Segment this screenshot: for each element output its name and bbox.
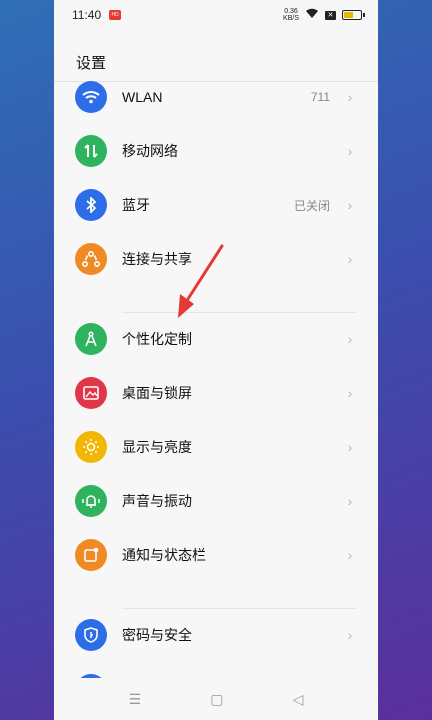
brightness-icon xyxy=(75,431,107,463)
net-speed-unit: KB/S xyxy=(283,15,299,22)
chevron-right-icon: › xyxy=(347,331,353,347)
phone-screen: 11:40 HD 0.36 KB/S ✕ 设置 WLAN 711 › 移动网络 … xyxy=(54,0,378,720)
app-notification-icon: HD xyxy=(109,10,122,20)
settings-item-label: 连接与共享 xyxy=(122,251,192,267)
settings-item-value: 711 xyxy=(310,90,330,104)
network-speed: 0.36 KB/S xyxy=(283,8,299,22)
annotation-arrow-icon xyxy=(178,244,224,318)
settings-list: WLAN 711 › 移动网络 › 蓝牙 已关闭 › 连接与共享 › 个性化定制… xyxy=(54,70,378,692)
settings-item-label: 桌面与锁屏 xyxy=(122,385,192,401)
chevron-right-icon: › xyxy=(347,627,353,643)
back-nav-button[interactable]: ◁ xyxy=(293,691,304,708)
status-time: 11:40 xyxy=(72,8,102,22)
chevron-right-icon: › xyxy=(347,251,353,267)
menu-nav-button[interactable]: ☰ xyxy=(129,691,142,708)
bell-icon xyxy=(75,485,107,517)
notification-icon xyxy=(75,539,107,571)
home-nav-button[interactable]: ▢ xyxy=(210,691,223,708)
chevron-right-icon: › xyxy=(347,493,353,509)
wallpaper-icon xyxy=(75,377,107,409)
settings-item-sound-vibration[interactable]: 声音与振动 › xyxy=(54,474,378,528)
settings-item-label: 个性化定制 xyxy=(122,331,192,347)
chevron-right-icon: › xyxy=(347,89,353,105)
settings-item-label: WLAN xyxy=(122,89,163,105)
settings-item-label: 显示与亮度 xyxy=(122,439,192,455)
chevron-right-icon: › xyxy=(347,385,353,401)
mobile-data-icon xyxy=(75,135,107,167)
wifi-status-icon xyxy=(305,8,319,22)
settings-item-mobile-network[interactable]: 移动网络 › xyxy=(54,124,378,178)
settings-item-value: 已关闭 xyxy=(293,198,330,213)
chevron-right-icon: › xyxy=(347,143,353,159)
settings-item-label: 密码与安全 xyxy=(122,627,192,643)
settings-item-label: 声音与振动 xyxy=(122,493,192,509)
settings-item-wlan[interactable]: WLAN 711 › xyxy=(54,70,378,124)
bluetooth-icon xyxy=(75,189,107,221)
personalize-icon xyxy=(75,323,107,355)
chevron-right-icon: › xyxy=(347,439,353,455)
navigation-bar: ☰ ▢ ◁ xyxy=(54,678,378,720)
chevron-right-icon: › xyxy=(347,547,353,563)
settings-item-label: 蓝牙 xyxy=(122,197,150,213)
share-icon xyxy=(75,243,107,275)
settings-item-password-security[interactable]: 密码与安全 › xyxy=(54,608,378,662)
shield-icon xyxy=(75,619,107,651)
chevron-right-icon: › xyxy=(347,197,353,213)
settings-item-personalization[interactable]: 个性化定制 › xyxy=(54,312,378,366)
settings-item-label: 通知与状态栏 xyxy=(122,547,206,563)
settings-item-label: 移动网络 xyxy=(122,143,178,159)
settings-item-display-brightness[interactable]: 显示与亮度 › xyxy=(54,420,378,474)
battery-icon xyxy=(342,10,365,20)
settings-item-bluetooth[interactable]: 蓝牙 已关闭 › xyxy=(54,178,378,232)
net-speed-value: 0.36 xyxy=(284,8,298,15)
status-bar: 11:40 HD 0.36 KB/S ✕ xyxy=(54,0,378,30)
no-sim-icon: ✕ xyxy=(325,10,336,20)
settings-item-notification-statusbar[interactable]: 通知与状态栏 › xyxy=(54,528,378,582)
wifi-icon xyxy=(75,81,107,113)
settings-item-desktop-lockscreen[interactable]: 桌面与锁屏 › xyxy=(54,366,378,420)
